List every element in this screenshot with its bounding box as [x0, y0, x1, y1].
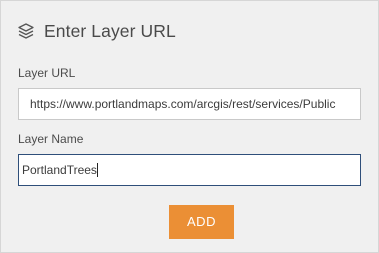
- layer-url-value: https://www.portlandmaps.com/arcgis/rest…: [30, 97, 336, 111]
- panel-title: Enter Layer URL: [44, 20, 176, 41]
- layer-url-input[interactable]: https://www.portlandmaps.com/arcgis/rest…: [18, 88, 361, 120]
- layer-url-label: Layer URL: [18, 66, 76, 80]
- add-button[interactable]: ADD: [169, 205, 234, 239]
- layer-name-input[interactable]: PortlandTrees: [18, 154, 361, 186]
- layer-name-label: Layer Name: [18, 132, 84, 146]
- layer-name-value: PortlandTrees: [22, 163, 97, 177]
- enter-layer-url-panel: Enter Layer URL Layer URL https://www.po…: [0, 0, 379, 253]
- layers-icon: [17, 22, 35, 40]
- panel-header: Enter Layer URL: [17, 19, 176, 43]
- text-cursor: [96, 162, 98, 177]
